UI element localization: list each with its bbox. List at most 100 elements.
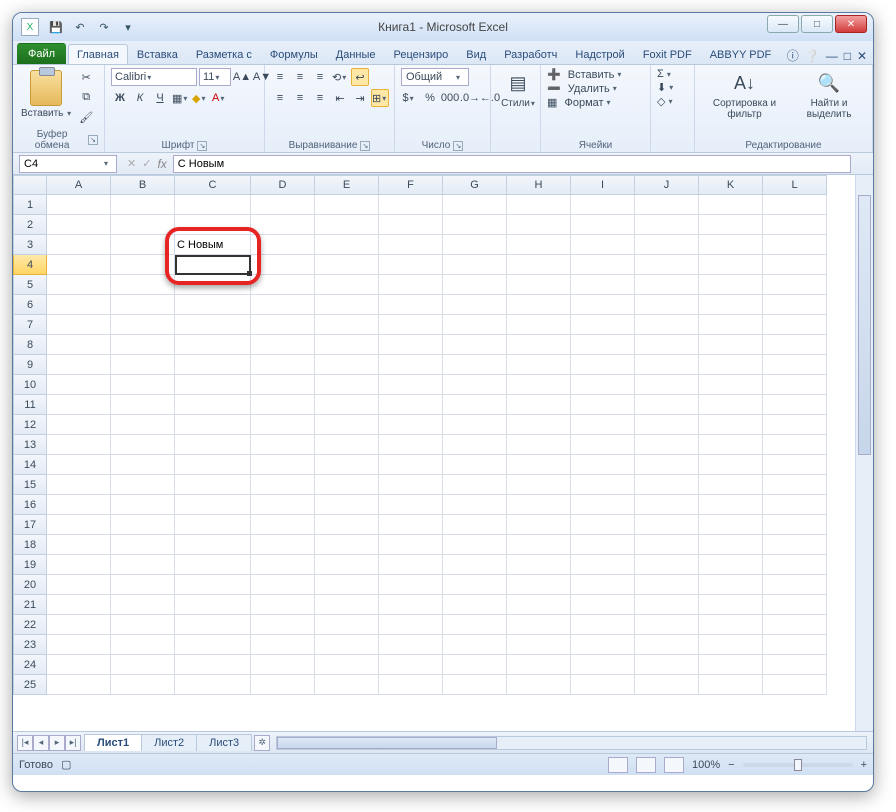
cell[interactable]	[251, 635, 315, 655]
cell[interactable]	[635, 375, 699, 395]
cell[interactable]	[47, 355, 111, 375]
cell[interactable]	[111, 395, 175, 415]
cell[interactable]	[763, 255, 827, 275]
cell[interactable]	[315, 215, 379, 235]
enter-icon[interactable]: ✓	[142, 157, 151, 170]
row-header[interactable]: 23	[13, 635, 47, 655]
sort-filter-button[interactable]: A↓ Сортировка и фильтр	[701, 68, 788, 122]
cell[interactable]	[571, 335, 635, 355]
cell[interactable]	[111, 295, 175, 315]
cell[interactable]	[443, 395, 507, 415]
formula-bar[interactable]: С Новым	[173, 155, 851, 173]
cell[interactable]	[111, 195, 175, 215]
row-header[interactable]: 10	[13, 375, 47, 395]
cell[interactable]	[47, 195, 111, 215]
cell[interactable]	[635, 615, 699, 635]
cell[interactable]	[443, 575, 507, 595]
cell[interactable]	[507, 195, 571, 215]
sheet-nav-next[interactable]: ▸	[49, 735, 65, 751]
cell[interactable]	[571, 575, 635, 595]
cell[interactable]	[315, 475, 379, 495]
cell[interactable]	[47, 535, 111, 555]
cell[interactable]	[315, 655, 379, 675]
cell[interactable]	[443, 595, 507, 615]
cell[interactable]	[111, 615, 175, 635]
doc-minimize-button[interactable]: —	[826, 49, 838, 63]
new-sheet-button[interactable]: ✲	[254, 735, 270, 751]
maximize-button[interactable]: □	[801, 15, 833, 33]
cell[interactable]	[763, 575, 827, 595]
cell[interactable]	[635, 675, 699, 695]
cell[interactable]	[763, 475, 827, 495]
column-header[interactable]: H	[507, 175, 571, 195]
cell[interactable]	[47, 395, 111, 415]
cell[interactable]	[699, 535, 763, 555]
zoom-level[interactable]: 100%	[692, 759, 720, 771]
cell[interactable]	[47, 515, 111, 535]
cell[interactable]	[507, 375, 571, 395]
cell[interactable]	[699, 655, 763, 675]
row-header[interactable]: 15	[13, 475, 47, 495]
cell[interactable]	[699, 675, 763, 695]
cell[interactable]	[315, 615, 379, 635]
row-header[interactable]: 4	[13, 255, 47, 275]
clipboard-dialog-launcher[interactable]: ↘	[88, 135, 98, 145]
row-header[interactable]: 19	[13, 555, 47, 575]
sheet-nav-first[interactable]: |◂	[17, 735, 33, 751]
cell[interactable]	[699, 195, 763, 215]
tab-главная[interactable]: Главная	[68, 44, 128, 64]
tab-file[interactable]: Файл	[17, 43, 66, 64]
cell[interactable]	[379, 495, 443, 515]
cell[interactable]	[379, 395, 443, 415]
align-right-button[interactable]: ≡	[311, 89, 329, 107]
cell[interactable]	[571, 655, 635, 675]
sheet-tab[interactable]: Лист3	[196, 734, 252, 751]
cell[interactable]	[443, 415, 507, 435]
active-cell[interactable]	[175, 255, 251, 275]
cell[interactable]	[47, 375, 111, 395]
row-header[interactable]: 16	[13, 495, 47, 515]
cell[interactable]	[699, 235, 763, 255]
column-header[interactable]: B	[111, 175, 175, 195]
cell[interactable]	[47, 415, 111, 435]
cell[interactable]	[47, 635, 111, 655]
cell[interactable]	[507, 235, 571, 255]
cell[interactable]	[571, 555, 635, 575]
cell[interactable]	[379, 675, 443, 695]
cell[interactable]	[47, 675, 111, 695]
cell[interactable]	[379, 475, 443, 495]
cell[interactable]	[315, 435, 379, 455]
cell[interactable]	[571, 475, 635, 495]
cell[interactable]	[315, 315, 379, 335]
cell[interactable]	[251, 655, 315, 675]
cell[interactable]	[763, 555, 827, 575]
row-header[interactable]: 13	[13, 435, 47, 455]
cell[interactable]	[251, 395, 315, 415]
cell[interactable]	[315, 195, 379, 215]
cell[interactable]	[47, 555, 111, 575]
cell[interactable]	[379, 575, 443, 595]
cell[interactable]	[47, 655, 111, 675]
cell[interactable]	[635, 455, 699, 475]
cell[interactable]	[763, 415, 827, 435]
cell[interactable]	[251, 535, 315, 555]
cell[interactable]	[699, 515, 763, 535]
cell[interactable]	[443, 255, 507, 275]
cell[interactable]	[443, 335, 507, 355]
tab-вставка[interactable]: Вставка	[128, 44, 187, 64]
tab-разметка с[interactable]: Разметка с	[187, 44, 261, 64]
cell[interactable]	[315, 495, 379, 515]
cell[interactable]	[699, 475, 763, 495]
cell[interactable]	[175, 635, 251, 655]
comma-button[interactable]: 000	[441, 89, 459, 107]
cell[interactable]	[699, 355, 763, 375]
row-header[interactable]: 22	[13, 615, 47, 635]
tab-надстрой[interactable]: Надстрой	[566, 44, 633, 64]
cell[interactable]	[315, 555, 379, 575]
zoom-in-button[interactable]: +	[861, 759, 867, 771]
bold-button[interactable]: Ж	[111, 89, 129, 107]
column-header[interactable]: D	[251, 175, 315, 195]
cell[interactable]	[315, 275, 379, 295]
cell[interactable]	[175, 215, 251, 235]
cell[interactable]	[443, 655, 507, 675]
